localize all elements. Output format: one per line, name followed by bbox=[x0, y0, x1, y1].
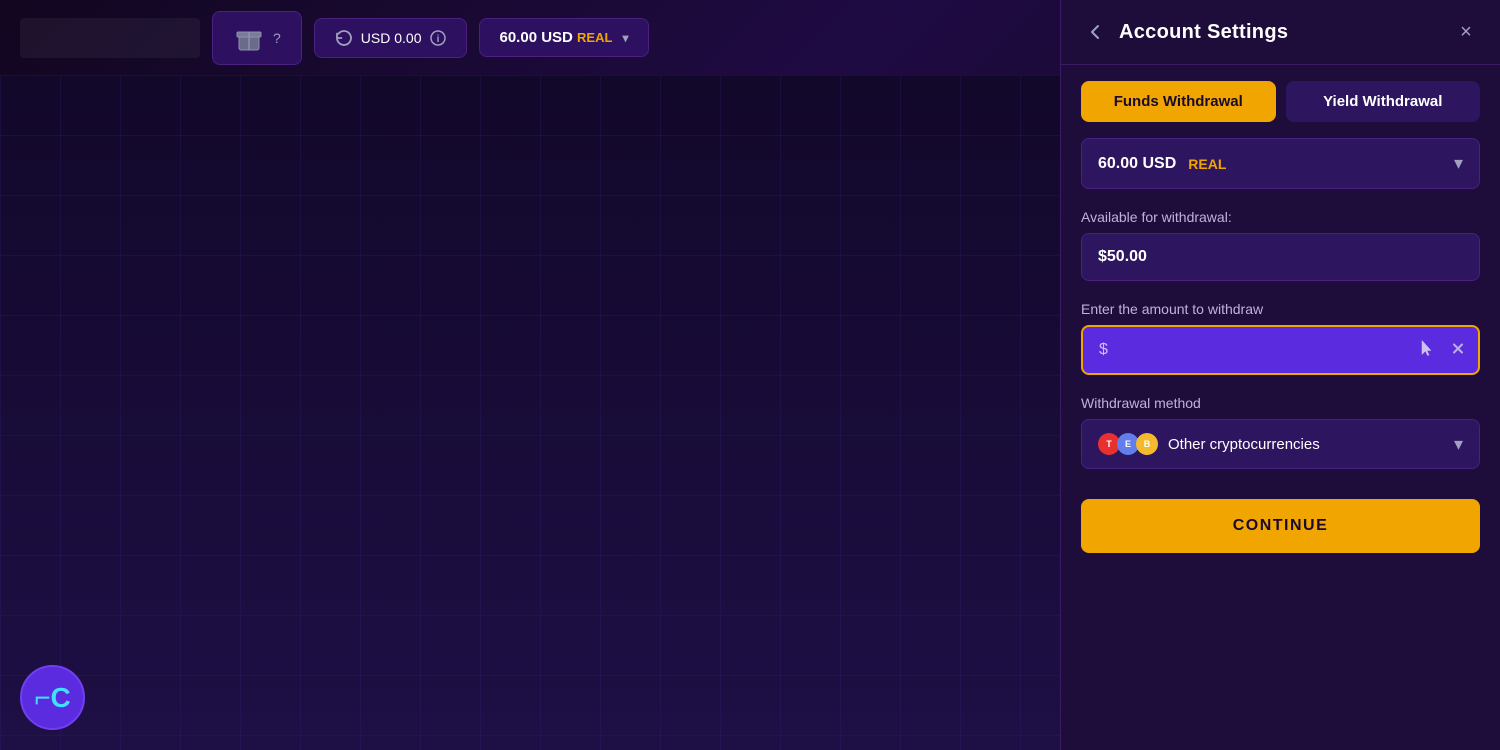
bnb-icon: B bbox=[1136, 433, 1158, 455]
account-balance-amount: 60.00 USD REAL bbox=[500, 29, 613, 46]
balance-amount: USD 0.00 bbox=[361, 30, 422, 46]
mystery-box-icon bbox=[233, 22, 265, 54]
app-container: ? USD 0.00 i 60.00 USD REAL ▾ bbox=[0, 0, 1500, 750]
tab-container: Funds Withdrawal Yield Withdrawal bbox=[1061, 65, 1500, 138]
continue-button[interactable]: CONTINUE bbox=[1081, 499, 1480, 553]
panel-content: 60.00 USD REAL ▾ Available for withdrawa… bbox=[1061, 138, 1500, 750]
account-dropdown-amount: 60.00 USD bbox=[1098, 155, 1176, 173]
yield-withdrawal-tab[interactable]: Yield Withdrawal bbox=[1286, 81, 1481, 122]
chevron-down-icon: ▾ bbox=[622, 31, 628, 45]
account-settings-panel: Account Settings × Funds Withdrawal Yiel… bbox=[1060, 0, 1500, 750]
top-bar: ? USD 0.00 i 60.00 USD REAL ▾ bbox=[0, 0, 1060, 75]
amount-input-wrapper: $ bbox=[1081, 325, 1480, 375]
panel-title: Account Settings bbox=[1119, 21, 1288, 44]
balance-button[interactable]: USD 0.00 i bbox=[314, 18, 467, 58]
real-badge: REAL bbox=[577, 30, 612, 45]
game-content bbox=[0, 75, 1060, 750]
method-label: Withdrawal method bbox=[1081, 395, 1480, 411]
game-area: ? USD 0.00 i 60.00 USD REAL ▾ bbox=[0, 0, 1060, 750]
method-name: Other cryptocurrencies bbox=[1168, 436, 1320, 453]
amount-label: Enter the amount to withdraw bbox=[1081, 301, 1480, 317]
account-dropdown-arrow: ▾ bbox=[1454, 153, 1463, 174]
account-selector-dropdown[interactable]: 60.00 USD REAL ▾ bbox=[1081, 138, 1480, 189]
crypto-icons: T E B bbox=[1098, 433, 1158, 455]
method-dropdown-left: T E B Other cryptocurrencies bbox=[1098, 433, 1320, 455]
account-balance-button[interactable]: 60.00 USD REAL ▾ bbox=[479, 18, 650, 57]
app-logo-circle: ⌐C bbox=[20, 665, 85, 730]
panel-header-left: Account Settings bbox=[1081, 18, 1288, 46]
available-amount-field: $50.00 bbox=[1081, 233, 1480, 281]
account-dropdown-real: REAL bbox=[1188, 156, 1226, 172]
mystery-box-button[interactable]: ? bbox=[212, 11, 302, 65]
panel-header: Account Settings × bbox=[1061, 0, 1500, 65]
cursor-icon bbox=[1416, 337, 1438, 359]
withdrawal-method-dropdown[interactable]: T E B Other cryptocurrencies ▾ bbox=[1081, 419, 1480, 469]
question-mark: ? bbox=[273, 30, 281, 46]
balance-info-icon: i bbox=[430, 30, 446, 46]
dollar-sign: $ bbox=[1099, 341, 1108, 359]
funds-withdrawal-tab[interactable]: Funds Withdrawal bbox=[1081, 81, 1276, 122]
back-button[interactable] bbox=[1081, 18, 1109, 46]
amount-input-box[interactable]: $ bbox=[1081, 325, 1480, 375]
close-button[interactable]: × bbox=[1452, 18, 1480, 46]
app-logo bbox=[20, 18, 200, 58]
account-dropdown-left: 60.00 USD REAL bbox=[1098, 155, 1226, 173]
available-label: Available for withdrawal: bbox=[1081, 209, 1480, 225]
method-dropdown-arrow: ▾ bbox=[1454, 434, 1463, 455]
refresh-icon bbox=[335, 29, 353, 47]
svg-text:i: i bbox=[436, 34, 439, 45]
clear-input-button[interactable] bbox=[1450, 341, 1466, 360]
amount-input[interactable] bbox=[1112, 341, 1462, 359]
